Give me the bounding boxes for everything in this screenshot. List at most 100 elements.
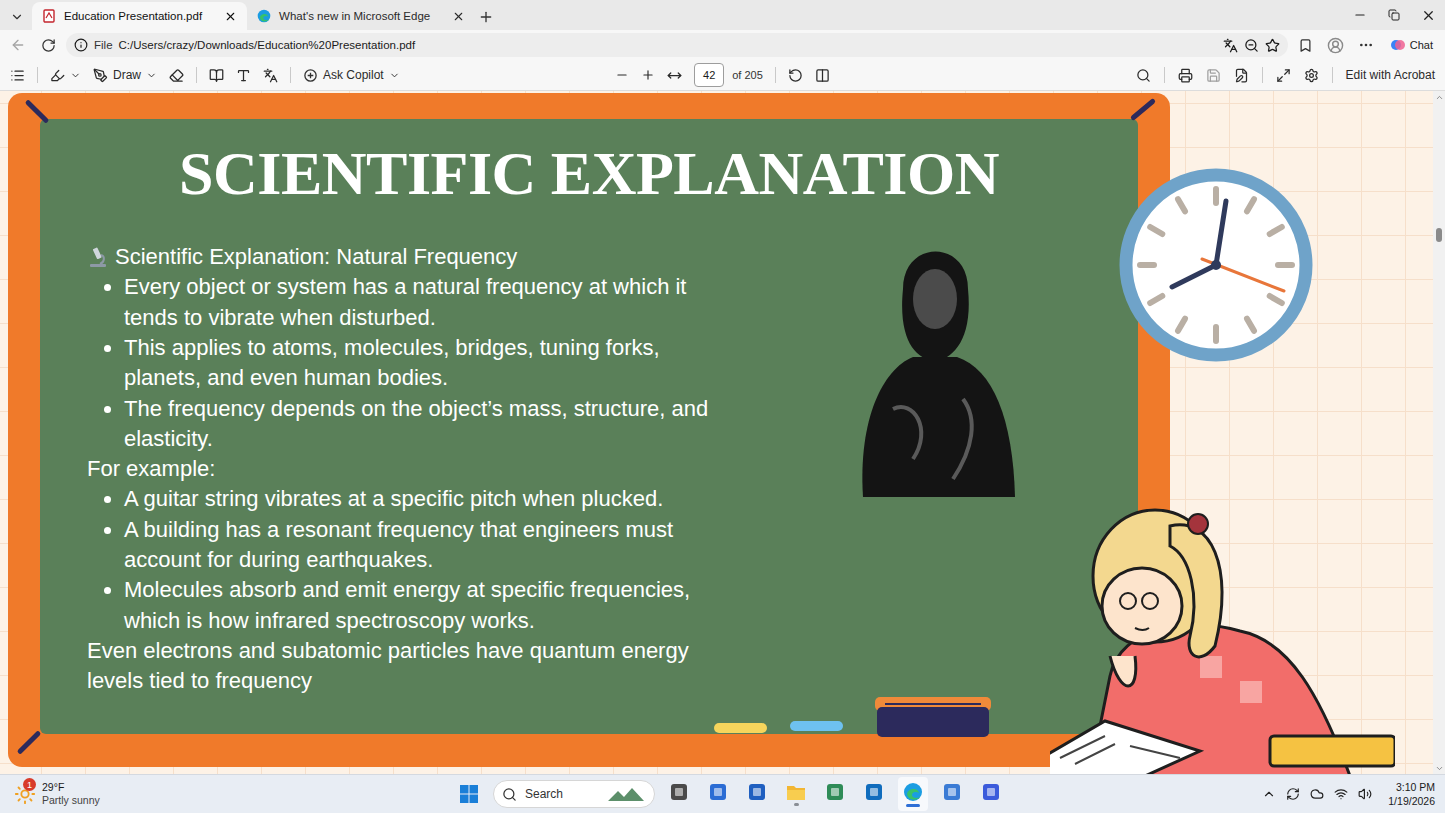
- favorites-icon: [1298, 38, 1313, 53]
- translate-button[interactable]: [263, 68, 278, 83]
- profile-button[interactable]: [1324, 33, 1348, 57]
- search-highlight-icon: [606, 785, 646, 803]
- temperature: 29°F: [42, 781, 100, 794]
- point-item: The frequency depends on the object’s ma…: [124, 394, 715, 455]
- zoom-out-button[interactable]: [615, 68, 629, 82]
- toolbar-divider: [290, 67, 291, 83]
- volume-icon[interactable]: [1358, 787, 1372, 801]
- ask-copilot-button[interactable]: Ask Copilot: [303, 68, 400, 83]
- close-icon[interactable]: [452, 10, 465, 23]
- restore-icon: [1388, 9, 1400, 21]
- section-heading-text: Scientific Explanation: Natural Frequenc…: [115, 242, 517, 272]
- taskbar-app[interactable]: [859, 777, 889, 811]
- favorite-star-icon[interactable]: [1265, 38, 1280, 53]
- portrait-image: [853, 229, 1017, 497]
- sync-icon[interactable]: [1286, 787, 1300, 801]
- draw-button[interactable]: Draw: [93, 68, 157, 83]
- zoom-icon[interactable]: [1244, 38, 1259, 53]
- printer-icon: [1178, 68, 1193, 83]
- page-view-button[interactable]: [815, 68, 830, 83]
- refresh-button[interactable]: [36, 33, 60, 57]
- running-indicator: [677, 804, 682, 807]
- points-list: Every object or system has a natural fre…: [87, 272, 715, 454]
- new-tab-button[interactable]: [475, 4, 497, 30]
- scroll-down-button[interactable]: [1435, 762, 1444, 774]
- find-button[interactable]: [1136, 68, 1151, 83]
- toolbar-divider: [37, 67, 38, 83]
- erase-button[interactable]: [169, 68, 184, 83]
- chevron-down-icon: [70, 70, 81, 81]
- edit-with-acrobat-button[interactable]: Edit with Acrobat: [1346, 68, 1435, 82]
- taskbar-clock[interactable]: 3:10 PM1/19/2026: [1388, 780, 1435, 808]
- restore-button[interactable]: [1377, 0, 1411, 30]
- search-placeholder: Search: [525, 787, 563, 801]
- page-indicator: 42of 205: [694, 63, 763, 87]
- two-page-icon: [815, 68, 830, 83]
- chalk-piece: [714, 723, 767, 733]
- vertical-scrollbar[interactable]: [1433, 91, 1445, 774]
- taskbar-app[interactable]: [781, 777, 811, 811]
- zoom-in-button[interactable]: [641, 68, 655, 82]
- tab-actions-button[interactable]: [6, 4, 28, 30]
- rotate-button[interactable]: [788, 68, 803, 83]
- toolbar-divider: [196, 67, 197, 83]
- taskbar-app[interactable]: [937, 777, 967, 811]
- translate-icon[interactable]: [1223, 38, 1238, 53]
- highlighter-icon: [50, 68, 65, 83]
- rotate-icon: [788, 68, 803, 83]
- corner-mark: [1130, 98, 1156, 121]
- notification-badge: 1: [23, 778, 36, 791]
- taskbar-app[interactable]: [742, 777, 772, 811]
- plus-icon: [641, 68, 655, 82]
- scroll-thumb[interactable]: [1436, 228, 1442, 242]
- weather-text: 29°FPartly sunny: [42, 781, 100, 807]
- scroll-up-button[interactable]: [1435, 91, 1444, 103]
- corner-mark: [17, 730, 42, 755]
- address-field[interactable]: FileC:/Users/crazy/Downloads/Education%2…: [66, 33, 1288, 57]
- window-controls: [1343, 0, 1445, 30]
- cloud-icon[interactable]: [1310, 787, 1324, 801]
- edge-icon: [903, 782, 923, 802]
- fullscreen-button[interactable]: [1276, 68, 1291, 83]
- copilot-icon: [303, 68, 318, 83]
- read-aloud-button[interactable]: [236, 68, 251, 83]
- weather-widget[interactable]: 1 29°FPartly sunny: [14, 781, 454, 807]
- chalkboard-frame: SCIENTIFIC EXPLANATIONScientific Explana…: [8, 93, 1170, 767]
- pdf-toolbar-center: 42of 205: [615, 63, 830, 87]
- chevron-up-icon[interactable]: [1262, 787, 1276, 801]
- search-icon: [1136, 68, 1151, 83]
- minimize-button[interactable]: [1343, 0, 1377, 30]
- taskbar-app[interactable]: [664, 777, 694, 811]
- taskbar: 1 29°FPartly sunny Search 3:10 PM1/19/2026: [0, 774, 1445, 813]
- fit-width-button[interactable]: [667, 68, 682, 83]
- contents-button[interactable]: [10, 68, 25, 83]
- browser-tab[interactable]: What's new in Microsoft Edge: [247, 2, 475, 30]
- view-button[interactable]: [209, 68, 224, 83]
- toolbar-divider: [1262, 67, 1263, 83]
- chat-label: Chat: [1410, 39, 1433, 51]
- taskbar-app[interactable]: [820, 777, 850, 811]
- page-number-field[interactable]: 42: [694, 63, 724, 87]
- file-edit-icon: [1234, 68, 1249, 83]
- taskbar-search[interactable]: Search: [493, 780, 655, 808]
- taskbar-app[interactable]: [898, 777, 928, 811]
- back-button[interactable]: [6, 33, 30, 57]
- tab-label: What's new in Microsoft Edge: [279, 10, 444, 22]
- favorites-button[interactable]: [1294, 33, 1318, 57]
- example-item: A building has a resonant frequency that…: [124, 515, 715, 576]
- taskbar-app[interactable]: [703, 777, 733, 811]
- chat-button[interactable]: Chat: [1384, 34, 1439, 56]
- taskbar-app[interactable]: [976, 777, 1006, 811]
- more-button[interactable]: [1354, 33, 1378, 57]
- start-button[interactable]: [454, 777, 484, 811]
- close-button[interactable]: [1411, 0, 1445, 30]
- close-icon[interactable]: [224, 10, 237, 23]
- settings-button[interactable]: [1304, 68, 1319, 83]
- wifi-icon[interactable]: [1334, 787, 1348, 801]
- save-as-button[interactable]: [1234, 68, 1249, 83]
- highlight-button[interactable]: [50, 68, 81, 83]
- browser-tab[interactable]: Education Presentation.pdf: [32, 2, 247, 30]
- chalk-eraser-icon: [873, 695, 993, 739]
- save-button[interactable]: [1206, 68, 1221, 83]
- print-button[interactable]: [1178, 68, 1193, 83]
